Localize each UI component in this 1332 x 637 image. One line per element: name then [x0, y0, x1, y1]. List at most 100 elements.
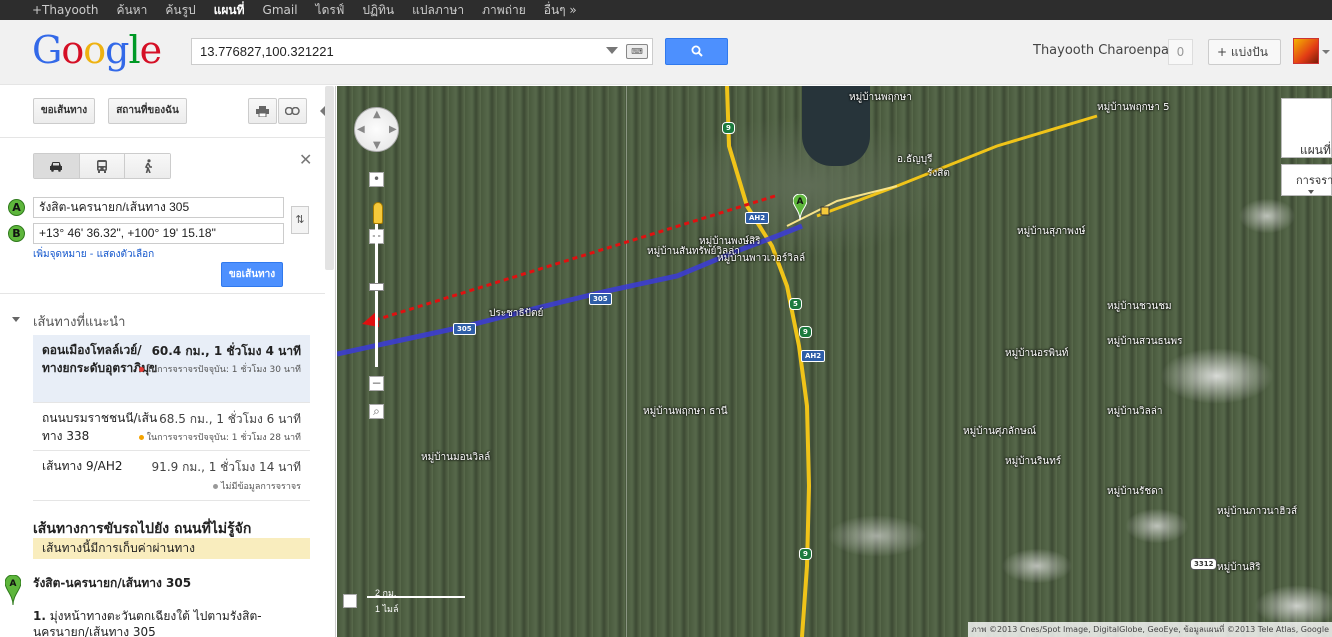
nav-item-more[interactable]: อื่นๆ »	[544, 1, 577, 20]
start-location-label: รังสิต-นครนายก/เส้นทาง 305	[33, 576, 192, 590]
traffic-dot-icon	[138, 367, 144, 372]
suggested-routes-title: เส้นทางที่แนะนำ	[33, 315, 126, 330]
route-traffic: ในการจราจรปัจจุบัน: 1 ชั่วโมง 28 นาที	[138, 430, 301, 444]
pan-up-icon[interactable]: ▲	[373, 109, 381, 120]
zoom-out-button[interactable]: −	[369, 376, 384, 391]
submit-directions-button[interactable]: ขอเส้นทาง	[221, 262, 283, 287]
scale-km: 2 กม.	[375, 588, 397, 598]
add-destination-link[interactable]: เพิ่มจุดหมาย - แสดงตัวเลือก	[33, 247, 154, 262]
map-label: ประชาธิปัตย์	[489, 308, 544, 319]
search-icon	[691, 45, 703, 57]
map-label: หมู่บ้านภาวนาฮิวส์	[1217, 506, 1298, 517]
keyboard-icon[interactable]: ⌨	[626, 44, 648, 59]
traffic-text: ในการจราจรปัจจุบัน: 1 ชั่วโมง 30 นาที	[146, 365, 301, 375]
destination-field[interactable]: +13° 46' 36.32", +100° 19' 15.18"	[33, 223, 284, 244]
map-type-label: แผนที่	[1300, 143, 1331, 157]
map-fold-icon[interactable]	[343, 594, 357, 608]
chevron-down-icon[interactable]	[1322, 50, 1330, 54]
map-label: หมู่บ้านชวนชม	[1107, 301, 1172, 312]
route-distance: 60.4 กม., 1 ชั่วโมง 4 นาที	[151, 344, 301, 358]
search-button[interactable]	[665, 38, 728, 65]
directions-panel: ขอเส้นทาง สถานที่ของฉัน ✕ A รังสิต-นครนา…	[0, 86, 336, 637]
map-label: หมู่บ้านศุภลักษณ์	[963, 426, 1036, 437]
route-shield: 9	[722, 122, 735, 134]
map-label: หมู่บ้านรัชดา	[1107, 486, 1164, 497]
print-button[interactable]	[248, 98, 277, 124]
divider	[0, 137, 325, 138]
map-pin-a-icon[interactable]: A	[793, 194, 807, 220]
pan-down-icon[interactable]: ▼	[373, 140, 381, 151]
nav-item[interactable]: แปลภาษา	[412, 1, 464, 20]
zoom-area-icon[interactable]: ⌕	[369, 404, 384, 419]
my-places-button[interactable]: สถานที่ของฉัน	[108, 98, 187, 124]
step-number: 1.	[33, 609, 46, 623]
route-traffic: ไม่มีข้อมูลการจราจร	[212, 479, 301, 493]
map-label: หมู่บ้านพฤกษา	[849, 92, 912, 103]
nav-item-maps[interactable]: แผนที่	[214, 1, 245, 20]
map-type-button[interactable]: แผนที่	[1281, 98, 1332, 158]
traffic-dot-icon	[138, 435, 144, 440]
map-label: รังสิต	[927, 168, 950, 179]
map-label: หมู่บ้านวิลล่า	[1107, 406, 1163, 417]
location-square-icon	[820, 206, 830, 216]
share-button[interactable]: + แบ่งปัน	[1208, 39, 1281, 65]
search-dropdown-icon[interactable]	[606, 47, 618, 54]
user-name[interactable]: Thayooth Charoenpak	[1033, 43, 1177, 58]
mode-transit[interactable]	[79, 154, 126, 178]
map-label: หมู่บ้านพงษ์สิริ	[699, 236, 761, 247]
start-pin-icon: A	[5, 575, 21, 605]
nav-item[interactable]: Gmail	[263, 3, 298, 17]
link-button[interactable]	[278, 98, 307, 124]
route-option[interactable]: ถนนบรมราชชนนี/เส้นทาง 338 68.5 กม., 1 ชั…	[33, 403, 310, 451]
car-icon	[50, 161, 63, 172]
step-text: มุ่งหน้าทางตะวันตกเฉียงใต้ ไปตามรังสิต-น…	[33, 609, 262, 637]
pan-control[interactable]: ▲ ▼ ◀ ▶	[354, 107, 399, 152]
route-distance: 68.5 กม., 1 ชั่วโมง 6 นาที	[159, 412, 301, 426]
zoom-track[interactable]	[375, 222, 378, 367]
expand-triangle-icon[interactable]	[12, 317, 20, 322]
nav-item[interactable]: ภาพถ่าย	[482, 1, 526, 20]
nav-item[interactable]: +Thayooth	[32, 3, 98, 17]
my-location-icon[interactable]: •	[369, 172, 384, 187]
map-label: หมู่บ้านพฤกษา 5	[1097, 102, 1170, 113]
pegman-icon[interactable]	[373, 202, 383, 224]
origin-field[interactable]: รังสิต-นครนายก/เส้นทาง 305	[33, 197, 284, 218]
google-logo[interactable]: Google	[32, 28, 162, 72]
nav-item[interactable]: ค้นหา	[116, 1, 147, 20]
logo-letter: o	[83, 28, 106, 72]
nav-item[interactable]: ไดรฟ์	[316, 1, 345, 20]
traffic-layer-label: การจรา	[1296, 174, 1332, 187]
zoom-thumb[interactable]	[369, 283, 384, 291]
route-option[interactable]: เส้นทาง 9/AH2 91.9 กม., 1 ชั่วโมง 14 นาท…	[33, 451, 310, 501]
traffic-layer-button[interactable]: การจรา	[1281, 164, 1332, 196]
direction-step[interactable]: 1. มุ่งหน้าทางตะวันตกเฉียงใต้ ไปตามรังสิ…	[33, 608, 293, 637]
nav-item[interactable]: ค้นรูป	[165, 1, 195, 20]
map-label: หมู่บ้านพาวเวอร์วิลล์	[717, 253, 806, 264]
pan-right-icon[interactable]: ▶	[389, 124, 397, 135]
close-icon[interactable]: ✕	[299, 150, 312, 169]
notification-count[interactable]: 0	[1168, 39, 1193, 65]
search-input[interactable]	[192, 39, 602, 64]
scale-mi: 1 ไมล์	[375, 604, 399, 614]
mode-car[interactable]	[34, 154, 80, 178]
avatar[interactable]	[1293, 38, 1319, 64]
nav-item[interactable]: ปฏิทิน	[362, 1, 394, 20]
route-shield: AH2	[801, 350, 826, 362]
pin-letter: A	[10, 579, 17, 589]
highway-305-east	[816, 114, 1098, 218]
get-directions-button[interactable]: ขอเส้นทาง	[33, 98, 95, 124]
route-distance: 91.9 กม., 1 ชั่วโมง 14 นาที	[151, 460, 301, 474]
traffic-text: ไม่มีข้อมูลการจราจร	[220, 482, 301, 492]
map-label: อ.ธัญบุรี	[897, 154, 933, 165]
logo-letter: g	[105, 28, 129, 72]
travel-mode-group	[33, 153, 171, 179]
map-label: หมู่บ้านมอนวิลล์	[421, 452, 491, 463]
mode-walking[interactable]	[125, 154, 171, 178]
map-label: หมู่บ้านสวนธนพร	[1107, 336, 1183, 347]
pan-left-icon[interactable]: ◀	[357, 124, 365, 135]
route-shield: 5	[789, 298, 802, 310]
swap-route-button[interactable]: ⇅	[291, 206, 309, 234]
route-option[interactable]: ดอนเมืองโทลล์เวย์/ทางยกระดับอุตราภิมุข 6…	[33, 335, 310, 403]
map-canvas[interactable]: 9 AH2 305 305 9 AH2 9 3312 5 หมู่บ้านพฤก…	[337, 86, 1332, 637]
panel-scrollbar[interactable]	[325, 86, 334, 270]
